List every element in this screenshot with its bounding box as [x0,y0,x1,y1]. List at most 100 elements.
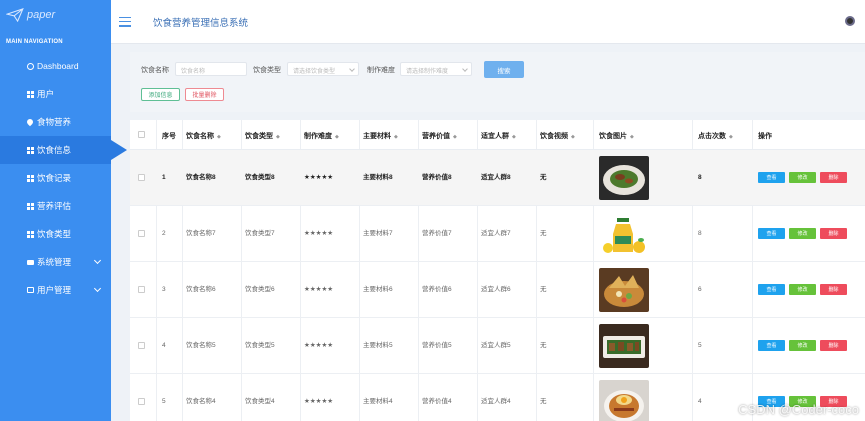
watermark: CSDN @Coder-coco [738,402,859,417]
topbar: 饮食营养管理信息系统 [111,0,865,44]
grid-icon [26,174,34,182]
cell-name: 饮食名称5 [186,342,216,349]
cell-video: 无 [540,342,547,349]
table-row[interactable]: 3 饮食名称6 饮食类型6 ★★★★★ 主要材料6 营养价值6 适宜人群6 无 … [130,262,865,318]
type-label: 饮食类型 [253,67,281,74]
sidebar-item-user-management[interactable]: 用户管理 [0,276,111,304]
cell-crowd: 适宜人群8 [481,174,511,181]
edit-button[interactable]: 修改 [789,228,816,239]
sidebar-item-label: 系统管理 [37,257,72,267]
type-placeholder: 请选择饮食类型 [293,69,336,75]
sidebar-item-label: 营养评估 [37,201,72,211]
cell-material: 主要材料7 [363,230,393,237]
delete-button[interactable]: 删除 [820,172,847,183]
sidebar-item-dashboard[interactable]: Dashboard [0,52,111,80]
row-checkbox[interactable] [138,398,145,405]
row-checkbox[interactable] [138,230,145,237]
cell-no: 2 [162,230,166,237]
table-row[interactable]: 2 饮食名称7 饮食类型7 ★★★★★ 主要材料7 营养价值7 适宜人群7 无 … [130,206,865,262]
brand[interactable]: paper [0,0,111,30]
table-row[interactable]: 4 饮食名称5 饮食类型5 ★★★★★ 主要材料5 营养价值5 适宜人群5 无 … [130,318,865,374]
cell-video: 无 [540,230,547,237]
food-image[interactable] [599,156,649,200]
column-header[interactable]: 饮食图片 ◆ [599,131,634,141]
paper-plane-icon [6,8,24,22]
row-checkbox[interactable] [138,174,145,181]
sidebar-item-food-nutrition[interactable]: 食物营养 [0,108,111,136]
sidebar-item-system-management[interactable]: 系统管理 [0,248,111,276]
row-checkbox[interactable] [138,286,145,293]
sort-icon: ◆ [217,134,221,140]
search-panel: 饮食名称 饮食名称 饮食类型 请选择饮食类型 制作难度 请选择制作难度 搜索 添… [130,52,865,112]
sidebar-item-diet-types[interactable]: 饮食类型 [0,220,111,248]
delete-button[interactable]: 删除 [820,340,847,351]
cell-crowd: 适宜人群4 [481,398,511,405]
name-input[interactable]: 饮食名称 [175,62,247,76]
cell-clicks: 4 [698,398,702,405]
sidebar-item-diet-info[interactable]: 饮食信息 [0,136,127,164]
avatar[interactable] [845,16,855,26]
batch-delete-button[interactable]: 批量删除 [185,88,224,101]
column-header: 操作 [758,133,772,140]
sidebar-item-nutrition-assessment[interactable]: 营养评估 [0,192,111,220]
food-image[interactable] [599,324,649,368]
view-button[interactable]: 查看 [758,172,785,183]
sort-icon: ◆ [335,134,339,140]
view-button[interactable]: 查看 [758,228,785,239]
table-row[interactable]: 1 饮食名称8 饮食类型8 ★★★★★ 主要材料8 营养价值8 适宜人群8 无 … [130,150,865,206]
cell-difficulty: ★★★★★ [304,174,334,181]
cell-name: 饮食名称7 [186,230,216,237]
monitor-icon [26,258,34,266]
cell-name: 饮食名称6 [186,286,216,293]
column-header[interactable]: 制作难度 ◆ [304,131,339,141]
food-image[interactable] [599,268,649,312]
column-header[interactable]: 点击次数 ◆ [698,131,733,141]
column-header[interactable]: 饮食类型 ◆ [245,131,280,141]
brand-text: paper [27,9,56,21]
select-all-checkbox[interactable] [138,131,145,138]
menu-icon[interactable] [119,16,131,27]
sort-icon: ◆ [394,134,398,140]
sidebar-item-diet-records[interactable]: 饮食记录 [0,164,111,192]
column-header[interactable]: 饮食名称 ◆ [186,131,221,141]
edit-button[interactable]: 修改 [789,172,816,183]
column-header[interactable]: 主要材料 ◆ [363,131,398,141]
type-select[interactable]: 请选择饮食类型 [287,62,359,76]
sort-icon: ◆ [453,134,457,140]
delete-button[interactable]: 删除 [820,228,847,239]
view-button[interactable]: 查看 [758,284,785,295]
delete-button[interactable]: 删除 [820,284,847,295]
column-header[interactable]: 适宜人群 ◆ [481,131,516,141]
view-button[interactable]: 查看 [758,340,785,351]
chevron-down-icon [349,66,355,72]
column-header[interactable]: 营养价值 ◆ [422,131,457,141]
cell-difficulty: ★★★★★ [304,398,334,405]
food-image[interactable] [599,212,649,256]
column-header[interactable]: 饮食视频 ◆ [540,131,575,141]
sort-icon: ◆ [630,134,634,140]
difficulty-select[interactable]: 请选择制作难度 [400,62,472,76]
cell-difficulty: ★★★★★ [304,230,334,237]
data-table: 序号 饮食名称 ◆ 饮食类型 ◆ 制作难度 ◆ 主要材料 ◆ 营养价值 ◆ 适宜人群 ◆ 饮… [130,120,865,421]
edit-button[interactable]: 修改 [789,284,816,295]
cell-no: 5 [162,398,166,405]
sidebar-item-label: 饮食类型 [37,229,72,239]
grid-icon [26,202,34,210]
cell-value: 营养价值6 [422,286,452,293]
row-checkbox[interactable] [138,342,145,349]
cell-value: 营养价值4 [422,398,452,405]
cell-value: 营养价值5 [422,342,452,349]
cell-type: 饮食类型5 [245,342,275,349]
book-icon [26,286,34,294]
food-image[interactable] [599,380,649,421]
sidebar-item-users[interactable]: 用户 [0,80,111,108]
cell-clicks: 6 [698,286,702,293]
search-button[interactable]: 搜索 [484,61,524,78]
cell-name: 饮食名称8 [186,174,216,181]
cell-crowd: 适宜人群5 [481,342,511,349]
chevron-down-icon [462,66,468,72]
cell-crowd: 适宜人群7 [481,230,511,237]
edit-button[interactable]: 修改 [789,340,816,351]
add-info-button[interactable]: 添加信息 [141,88,180,101]
name-label: 饮食名称 [141,67,169,74]
